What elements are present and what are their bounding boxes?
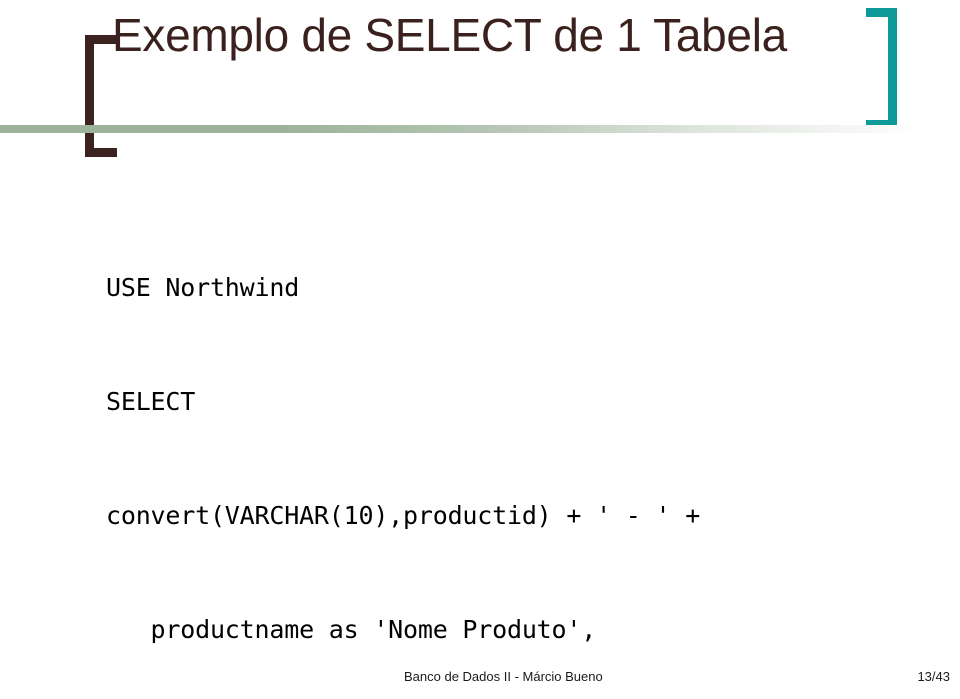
page-title: Exemplo de SELECT de 1 Tabela	[112, 9, 787, 61]
footer-course-label: Banco de Dados II - Márcio Bueno	[404, 669, 603, 684]
code-line: USE Northwind	[106, 273, 300, 302]
code-line: SELECT	[106, 387, 196, 416]
title-divider	[0, 125, 922, 133]
sql-code-block: USE Northwind SELECT convert(VARCHAR(10)…	[106, 193, 936, 699]
footer-page-number: 13/43	[917, 669, 950, 684]
code-line: convert(VARCHAR(10),productid) + ' - ' +	[106, 501, 701, 530]
bracket-right-icon	[866, 8, 897, 129]
slide-footer: Banco de Dados II - Márcio Bueno 13/43	[0, 669, 960, 691]
code-line: productname as 'Nome Produto',	[106, 615, 597, 644]
slide: Exemplo de SELECT de 1 Tabela USE Northw…	[0, 0, 960, 699]
slide-header: Exemplo de SELECT de 1 Tabela	[0, 0, 960, 157]
